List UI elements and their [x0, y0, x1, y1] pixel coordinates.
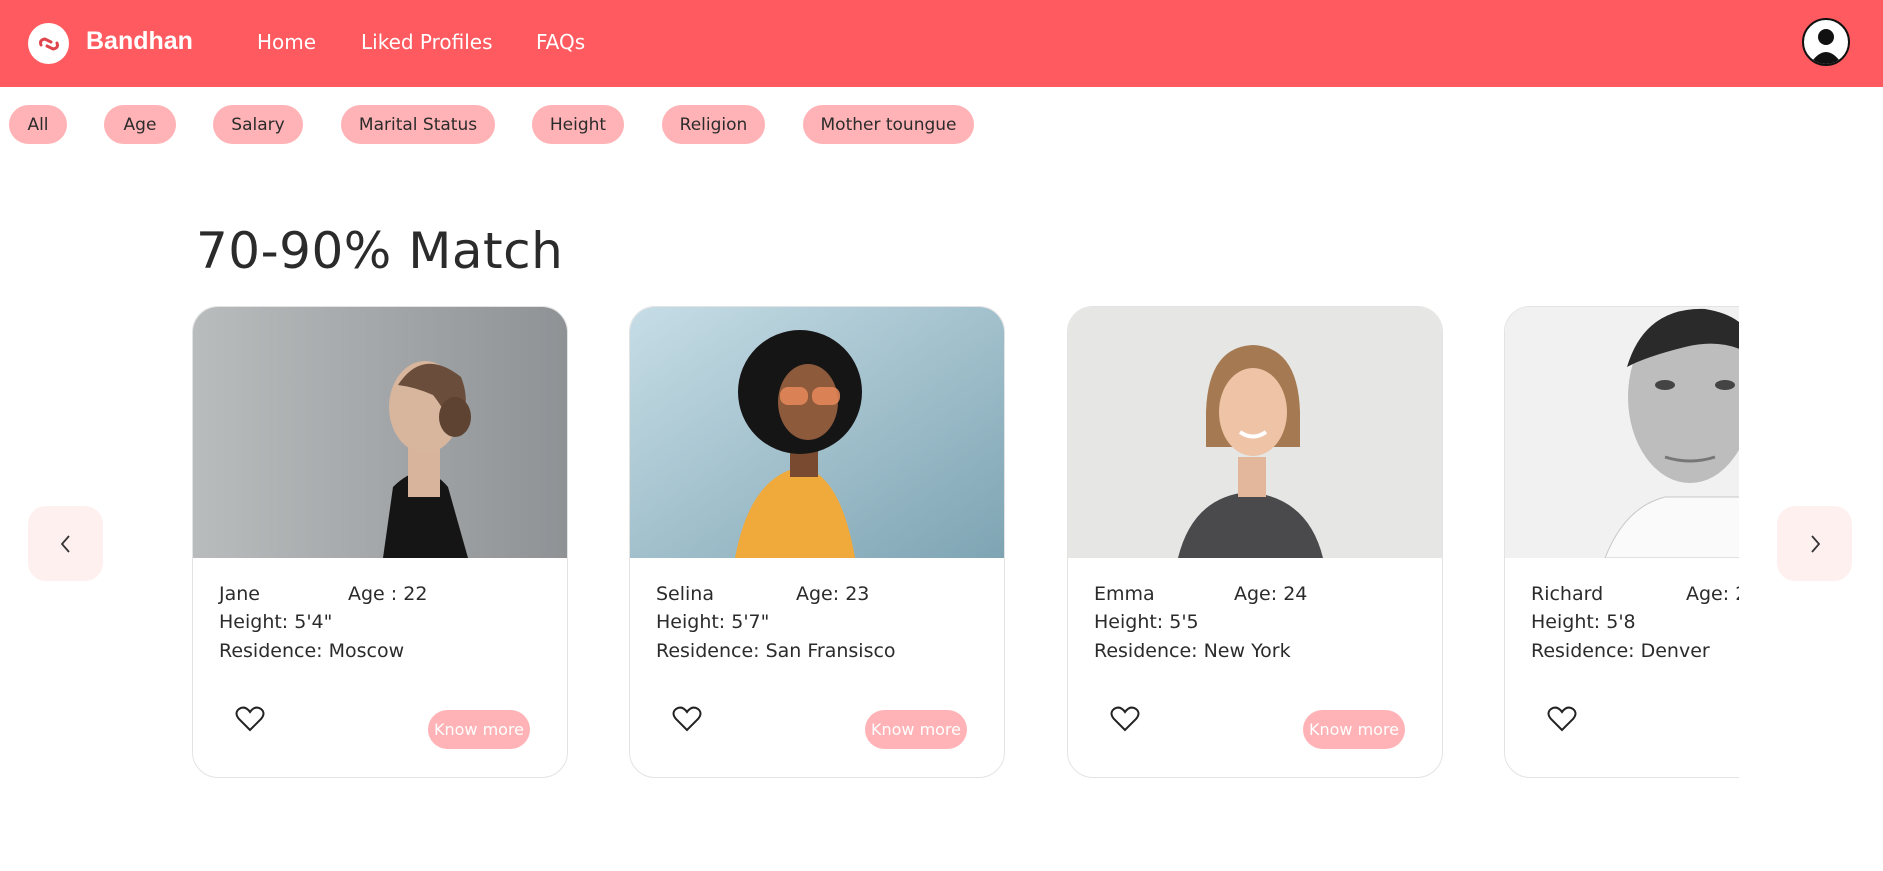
- profile-card: Jane Age : 22 Height: 5'4" Residence: Mo…: [192, 306, 568, 778]
- profile-height: Height: 5'7": [656, 611, 770, 633]
- carousel-prev-button[interactable]: [28, 506, 103, 581]
- brand-logo[interactable]: [28, 23, 69, 64]
- profile-age: Age: 24: [1234, 583, 1308, 605]
- like-button[interactable]: [235, 705, 265, 733]
- profile-name: Selina: [656, 583, 714, 605]
- profile-residence: Residence: San Fransisco: [656, 640, 896, 662]
- profile-card: Selina Age: 23 Height: 5'7" Residence: S…: [629, 306, 1005, 778]
- know-more-button[interactable]: Know more: [1303, 710, 1405, 749]
- carousel-next-button[interactable]: [1777, 506, 1852, 581]
- profile-photo: [1068, 307, 1442, 558]
- profile-card: Richard Age: 2 Height: 5'8 Residence: De…: [1504, 306, 1739, 778]
- brand-name[interactable]: Bandhan: [86, 27, 193, 56]
- like-button[interactable]: [1547, 705, 1577, 733]
- know-more-button[interactable]: Know more: [428, 710, 530, 749]
- like-button[interactable]: [672, 705, 702, 733]
- profile-height: Height: 5'5: [1094, 611, 1199, 633]
- filter-chip-height[interactable]: Height: [532, 105, 624, 144]
- profile-age: Age: 23: [796, 583, 870, 605]
- nav-home-link[interactable]: Home: [257, 30, 316, 54]
- heart-icon: [1547, 706, 1577, 732]
- profile-carousel: Jane Age : 22 Height: 5'4" Residence: Mo…: [192, 306, 1739, 781]
- profile-residence: Residence: Moscow: [219, 640, 405, 662]
- profile-name: Jane: [219, 583, 260, 605]
- profile-height: Height: 5'8: [1531, 611, 1636, 633]
- chevron-left-icon: [60, 534, 70, 553]
- link-icon: [38, 36, 59, 51]
- filter-chip-religion[interactable]: Religion: [662, 105, 765, 144]
- filter-chip-salary[interactable]: Salary: [213, 105, 303, 144]
- profile-residence: Residence: Denver: [1531, 640, 1710, 662]
- nav-liked-profiles-link[interactable]: Liked Profiles: [361, 30, 493, 54]
- nav-faqs-link[interactable]: FAQs: [536, 30, 585, 54]
- profile-name: Emma: [1094, 583, 1155, 605]
- profile-residence: Residence: New York: [1094, 640, 1291, 662]
- section-title: 70-90% Match: [196, 222, 564, 280]
- profile-name: Richard: [1531, 583, 1604, 605]
- filter-chip-all[interactable]: All: [9, 105, 67, 144]
- filter-chip-mother-tongue[interactable]: Mother toungue: [803, 105, 974, 144]
- heart-icon: [235, 706, 265, 732]
- profile-age: Age: 2: [1686, 583, 1739, 605]
- filter-chip-age[interactable]: Age: [104, 105, 176, 144]
- chevron-right-icon: [1810, 534, 1820, 553]
- filter-chip-marital-status[interactable]: Marital Status: [341, 105, 495, 144]
- top-navbar: Bandhan Home Liked Profiles FAQs: [0, 0, 1883, 87]
- user-avatar-icon[interactable]: [1802, 18, 1850, 66]
- profile-card: Emma Age: 24 Height: 5'5 Residence: New …: [1067, 306, 1443, 778]
- profile-photo: [630, 307, 1004, 558]
- like-button[interactable]: [1110, 705, 1140, 733]
- profile-age: Age : 22: [348, 583, 428, 605]
- know-more-button[interactable]: Know more: [865, 710, 967, 749]
- profile-photo: [1505, 307, 1739, 558]
- heart-icon: [672, 706, 702, 732]
- heart-icon: [1110, 706, 1140, 732]
- profile-photo: [193, 307, 567, 558]
- profile-height: Height: 5'4": [219, 611, 333, 633]
